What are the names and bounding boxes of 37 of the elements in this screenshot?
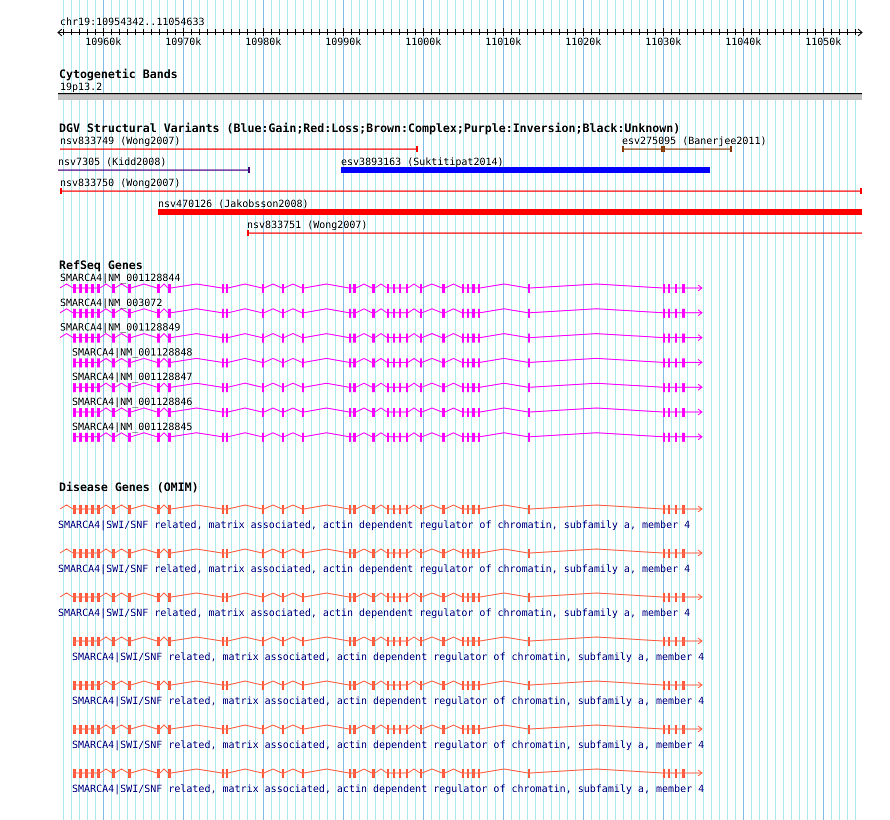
tick-label: 10980k (245, 37, 282, 48)
gene-label: SMARCA4|NM_001128844 (60, 273, 180, 284)
disease-gene-label: SMARCA4|SWI/SNF related, matrix associated, actin dependent regulator of chromatin, subfamily a, member 4 (58, 608, 690, 619)
tick-label: 11000k (405, 37, 442, 48)
gene-label: SMARCA4|NM_001128846 (72, 397, 192, 408)
tick-label: 11010k (485, 37, 522, 48)
disease-gene-label: SMARCA4|SWI/SNF related, matrix associated, actin dependent regulator of chromatin, subfamily a, member 4 (58, 520, 690, 531)
tick-label: 10990k (325, 37, 362, 48)
disease-gene-label: SMARCA4|SWI/SNF related, matrix associated, actin dependent regulator of chromatin, subfamily a, member 4 (72, 784, 704, 795)
track-title: Disease Genes (OMIM) (59, 480, 199, 494)
disease-gene-label: SMARCA4|SWI/SNF related, matrix associated, actin dependent regulator of chromatin, subfamily a, member 4 (72, 696, 704, 707)
tick-label: 10970k (165, 37, 202, 48)
variant-label: nsv470126 (Jakobsson2008) (158, 199, 309, 210)
variant-label: nsv833749 (Wong2007) (60, 136, 180, 147)
track-title: RefSeq Genes (59, 258, 143, 272)
region-label: chr19:10954342..11054633 (60, 17, 204, 28)
gene-label: SMARCA4|NM_001128847 (72, 372, 192, 384)
band-label: 19p13.2 (60, 82, 102, 93)
variant-label: nsv7305 (Kidd2008) (58, 157, 166, 168)
gene-label: SMARCA4|NM_001128849 (60, 322, 180, 334)
disease-gene-label: SMARCA4|SWI/SNF related, matrix associated, actin dependent regulator of chromatin, subfamily a, member 4 (58, 564, 690, 575)
tick-label: 11040k (725, 37, 762, 48)
gene-label: SMARCA4|NM_001128848 (72, 347, 192, 358)
track-title: DGV Structural Variants (Blue:Gain;Red:Loss;Brown:Complex;Purple:Inversion;Black:Unknown) (59, 121, 680, 135)
variant-label: nsv833750 (Wong2007) (60, 178, 180, 189)
tick-label: 11050k (805, 37, 842, 48)
variant-label: esv3893163 (Suktitipat2014) (341, 157, 504, 168)
variant-label: esv275095 (Banerjee2011) (622, 136, 766, 147)
track-title: Cytogenetic Bands (59, 67, 178, 81)
disease-gene-label: SMARCA4|SWI/SNF related, matrix associated, actin dependent regulator of chromatin, subfamily a, member 4 (72, 740, 704, 751)
gene-label: SMARCA4|NM_003072 (60, 298, 162, 309)
tick-label: 11020k (565, 37, 602, 48)
variant-label: nsv833751 (Wong2007) (247, 220, 368, 231)
tick-label: 11030k (645, 37, 682, 48)
gene-label: SMARCA4|NM_001128845 (72, 422, 192, 433)
tick-label: 10960k (85, 37, 122, 48)
disease-gene-label: SMARCA4|SWI/SNF related, matrix associated, actin dependent regulator of chromatin, subfamily a, member 4 (72, 652, 704, 663)
